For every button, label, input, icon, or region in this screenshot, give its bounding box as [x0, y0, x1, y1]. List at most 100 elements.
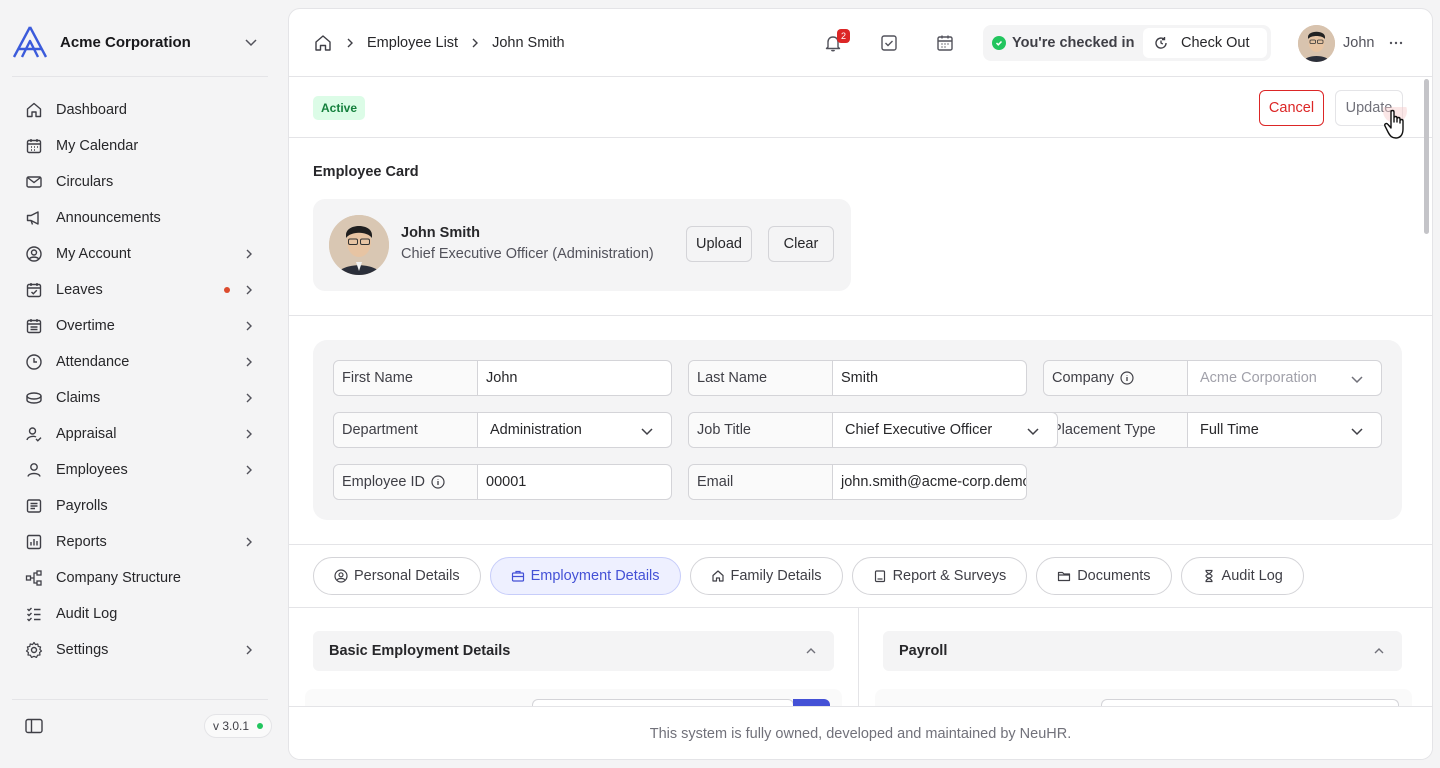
sidebar-item-attendance[interactable]: Attendance [14, 344, 268, 380]
check-out-button[interactable]: Check Out [1143, 28, 1267, 58]
sidebar-item-label: Claims [56, 390, 101, 406]
sidebar-item-leaves[interactable]: Leaves [14, 272, 268, 308]
field-label: Placement Type [1044, 413, 1188, 447]
chevron-up-icon [1374, 648, 1384, 654]
tab-family-details[interactable]: Family Details [689, 557, 843, 595]
department-select[interactable]: Administration [478, 413, 671, 447]
tab-personal-details[interactable]: Personal Details [313, 557, 481, 595]
company-select[interactable]: Acme Corporation [1188, 361, 1381, 395]
sidebar-divider [12, 76, 268, 77]
section-heading: Basic Employment Details [329, 643, 511, 659]
sidebar-item-company-structure[interactable]: Company Structure [14, 560, 268, 596]
checklist-icon [24, 604, 44, 624]
clear-photo-button[interactable]: Clear [768, 226, 834, 262]
check-in-status: You're checked in Check Out [983, 25, 1271, 61]
chevron-right-icon [246, 285, 252, 295]
folder-icon [1058, 571, 1071, 582]
sidebar-item-audit-log[interactable]: Audit Log [14, 596, 268, 632]
sidebar-item-label: Dashboard [56, 102, 127, 118]
chevron-down-icon [1027, 428, 1039, 436]
more-horizontal-icon[interactable] [1388, 35, 1404, 51]
tab-label: Family Details [730, 568, 822, 584]
version-text: v 3.0.1 [213, 719, 250, 733]
breadcrumb-employee-list[interactable]: Employee List [367, 35, 458, 51]
chevron-down-icon [1351, 428, 1363, 436]
tab-label: Employment Details [530, 568, 660, 584]
info-icon[interactable] [431, 475, 445, 489]
chevron-right-icon [246, 465, 252, 475]
sidebar-item-label: My Account [56, 246, 131, 262]
sidebar-collapse-icon[interactable] [24, 716, 44, 736]
info-icon[interactable] [1120, 371, 1134, 385]
tab-audit-log[interactable]: Audit Log [1180, 557, 1304, 595]
tab-documents[interactable]: Documents [1036, 557, 1172, 595]
sidebar-item-claims[interactable]: Claims [14, 380, 268, 416]
employee-card: John Smith Chief Executive Officer (Admi… [313, 199, 851, 291]
chevron-right-icon [246, 249, 252, 259]
sidebar-item-dashboard[interactable]: Dashboard [14, 92, 268, 128]
employee-title: Chief Executive Officer (Administration) [401, 246, 654, 262]
last-name-input[interactable]: Smith [833, 361, 1026, 395]
employee-id-input[interactable]: 00001 [478, 465, 671, 499]
tab-label: Audit Log [1221, 568, 1283, 584]
calendar-icon[interactable] [935, 33, 955, 53]
sidebar-item-circulars[interactable]: Circulars [14, 164, 268, 200]
sidebar-item-label: Announcements [56, 210, 161, 226]
avatar [329, 215, 389, 275]
job-title-value: Chief Executive Officer [845, 422, 993, 438]
upload-photo-button[interactable]: Upload [686, 226, 752, 262]
calendar-icon [24, 136, 44, 156]
employee-card-title: Employee Card [313, 164, 419, 180]
sidebar-item-my-calendar[interactable]: My Calendar [14, 128, 268, 164]
sidebar-item-my-account[interactable]: My Account [14, 236, 268, 272]
tab-report-surveys[interactable]: Report & Surveys [851, 557, 1028, 595]
chevron-right-icon [347, 38, 353, 48]
company-switcher[interactable]: Acme Corporation [12, 24, 268, 60]
job-title-field: Job Title Chief Executive Officer [688, 412, 1058, 448]
field-label: Employee ID [334, 465, 478, 499]
calendar-grid-icon [24, 316, 44, 336]
chevron-right-icon [246, 357, 252, 367]
user-name: John [1343, 35, 1375, 51]
chevron-down-icon[interactable] [242, 33, 260, 51]
main-panel: Employee List John Smith 2 You're checke… [288, 8, 1433, 760]
placement-type-select[interactable]: Full Time [1188, 413, 1381, 447]
payroll-section-header[interactable]: Payroll [883, 631, 1402, 671]
tab-employment-details[interactable]: Employment Details [489, 557, 681, 595]
sidebar-item-overtime[interactable]: Overtime [14, 308, 268, 344]
divider [289, 544, 1432, 545]
first-name-input[interactable]: John [478, 361, 671, 395]
tab-label: Report & Surveys [892, 568, 1007, 584]
hand-pointer-cursor-icon [1383, 107, 1407, 139]
home-icon[interactable] [313, 33, 333, 53]
sidebar-item-settings[interactable]: Settings [14, 632, 268, 668]
email-field: Email john.smith@acme-corp.demo [688, 464, 1027, 500]
check-circle-icon [992, 36, 1006, 50]
email-input[interactable]: john.smith@acme-corp.demo [833, 465, 1026, 499]
scrollbar-thumb[interactable] [1424, 79, 1429, 234]
user-icon [24, 460, 44, 480]
task-check-icon[interactable] [879, 33, 899, 53]
field-label-text: Company [1052, 370, 1115, 386]
tab-label: Documents [1077, 568, 1151, 584]
basic-employment-details-header[interactable]: Basic Employment Details [313, 631, 834, 671]
sidebar-item-payrolls[interactable]: Payrolls [14, 488, 268, 524]
job-title-select[interactable]: Chief Executive Officer [833, 413, 1057, 447]
divider [289, 315, 1432, 316]
cancel-button[interactable]: Cancel [1259, 90, 1324, 126]
field-label: Email [689, 465, 833, 499]
chevron-down-icon [1351, 376, 1363, 384]
calendar-check-icon [24, 280, 44, 300]
chevron-up-icon [806, 648, 816, 654]
company-field: Company Acme Corporation [1043, 360, 1382, 396]
sidebar-item-announcements[interactable]: Announcements [14, 200, 268, 236]
sidebar-item-reports[interactable]: Reports [14, 524, 268, 560]
placement-type-value: Full Time [1200, 422, 1259, 438]
user-menu[interactable]: John [1298, 24, 1404, 62]
user-circle-icon [334, 569, 348, 583]
sidebar-item-label: Audit Log [56, 606, 118, 622]
notification-dot [224, 287, 230, 293]
sidebar-item-employees[interactable]: Employees [14, 452, 268, 488]
sidebar-item-appraisal[interactable]: Appraisal [14, 416, 268, 452]
company-value: Acme Corporation [1200, 370, 1317, 386]
